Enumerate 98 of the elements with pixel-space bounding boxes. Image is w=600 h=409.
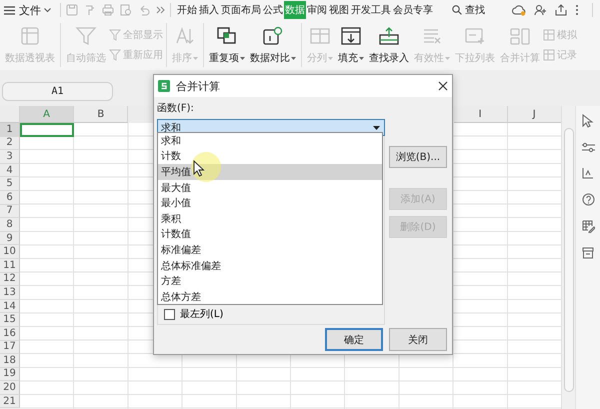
more-icon[interactable] [156, 6, 165, 14]
filter-icon [109, 29, 121, 41]
caret-icon [328, 56, 333, 60]
filter-icon [75, 26, 97, 46]
more-options-icon[interactable] [575, 4, 579, 16]
archive-icon[interactable] [582, 247, 594, 259]
duplicate-icon [216, 26, 238, 46]
menu-tab[interactable]: 开始 [176, 1, 198, 19]
table-icon [19, 26, 41, 46]
caret-icon [44, 8, 51, 12]
menu-tab[interactable]: 会员专享 [392, 1, 434, 19]
search-icon [452, 5, 462, 15]
list-option[interactable]: 乘积 [158, 210, 382, 227]
active-cell[interactable] [20, 123, 74, 137]
menu-tab[interactable]: 公式 [262, 1, 284, 19]
compare-icon [262, 26, 284, 46]
app-logo-icon [158, 80, 170, 92]
split-columns-icon [309, 26, 331, 46]
row-header[interactable]: 8 [0, 218, 20, 232]
row-header[interactable]: 1 [0, 123, 20, 137]
list-option[interactable]: 求和 [158, 133, 382, 149]
name-box[interactable]: A1 [2, 82, 113, 100]
dialog-button[interactable]: 浏览(B)... [389, 146, 447, 168]
table-icon [543, 29, 555, 41]
list-option[interactable]: 总体标准偏差 [158, 258, 382, 274]
menu-tab[interactable]: 审阅 [306, 1, 328, 19]
cursor-highlight-drawing [191, 152, 221, 182]
caret-icon [359, 56, 364, 60]
ribbon-button[interactable]: 填充 [336, 23, 366, 67]
help-icon[interactable] [582, 193, 595, 206]
menu-tab[interactable]: 页面布局 [220, 1, 262, 19]
pointer-icon[interactable] [582, 114, 594, 128]
ribbon-button[interactable]: 数据对比 [248, 23, 298, 67]
row-header[interactable]: 17 [0, 340, 20, 354]
list-option[interactable]: 标准偏差 [158, 242, 382, 258]
search-button[interactable]: 查找 [446, 2, 491, 18]
filter-icon [109, 49, 121, 61]
list-option[interactable]: 计数 [158, 148, 382, 164]
function-label: 函数(F): [157, 102, 195, 115]
dialog-button[interactable]: 关闭 [389, 328, 447, 351]
row-header[interactable]: 21 [0, 394, 20, 408]
row-header[interactable]: 4 [0, 164, 20, 178]
menu-tab[interactable]: 视图 [328, 1, 350, 19]
row-header[interactable]: 19 [0, 368, 20, 382]
row-header[interactable]: 11 [0, 258, 20, 273]
menu-icon[interactable] [4, 6, 15, 14]
add-user-icon[interactable] [534, 4, 547, 16]
sliders-icon[interactable] [582, 142, 595, 153]
dropdown-list-icon [464, 26, 486, 46]
row-header[interactable]: 3 [0, 150, 20, 164]
row-header[interactable]: 2 [0, 136, 20, 150]
share-icon[interactable] [555, 4, 567, 16]
row-header[interactable]: 10 [0, 245, 20, 259]
list-option[interactable]: 最大值 [158, 180, 382, 196]
row-header[interactable]: 6 [0, 190, 20, 205]
row-header[interactable]: 20 [0, 381, 20, 395]
caret-icon [291, 56, 296, 60]
column-header[interactable]: B [74, 106, 128, 123]
menu-tab[interactable]: 插入 [198, 1, 220, 19]
fill-down-icon [340, 26, 362, 46]
dropdown-arrow-icon [373, 126, 380, 130]
row-header[interactable]: 13 [0, 286, 20, 300]
row-header[interactable]: 9 [0, 232, 20, 246]
list-option[interactable]: 平均值 [158, 164, 382, 180]
dropdown-list[interactable]: 求和 计数 平均值 最大值 最小值 乘积 计数值 标准偏差 总体标准偏差 方差 总体方差 [157, 132, 383, 305]
list-option[interactable]: 计数值 [158, 226, 382, 242]
upload-table-icon [378, 26, 400, 46]
merge-calc-icon [509, 26, 531, 46]
row-header[interactable]: 14 [0, 300, 20, 314]
row-header[interactable]: 12 [0, 272, 20, 286]
column-header[interactable]: I [454, 106, 508, 123]
row-header[interactable]: 15 [0, 313, 20, 327]
sort-icon [174, 26, 196, 46]
caret-icon [445, 56, 450, 60]
list-option[interactable]: 总体方差 [158, 288, 382, 305]
table-edit-icon[interactable] [582, 220, 595, 233]
ribbon-button[interactable]: 查找录入 [367, 23, 411, 67]
dialog-button[interactable]: 确定 [325, 328, 383, 351]
row-header[interactable]: 5 [0, 177, 20, 191]
row-header[interactable]: 16 [0, 326, 20, 340]
caret-icon [193, 56, 198, 60]
format-icon[interactable] [582, 167, 594, 179]
list-option[interactable]: 最小值 [158, 195, 382, 211]
list-option[interactable]: 方差 [158, 273, 382, 289]
ribbon-button[interactable]: 重复项 [207, 23, 247, 67]
close-button[interactable] [438, 81, 448, 91]
close-icon [438, 81, 448, 91]
caret-icon [240, 56, 245, 60]
table-icon [543, 49, 555, 61]
row-header[interactable]: 7 [0, 204, 20, 218]
menu-tab[interactable]: 开发工具 [350, 1, 392, 19]
column-header[interactable]: J [508, 106, 562, 123]
checkbox[interactable]: 最左列(L) [164, 307, 224, 321]
dialog-title: 合并计算 [176, 78, 220, 94]
file-menu[interactable]: 文件 [15, 2, 55, 18]
row-header[interactable]: 18 [0, 354, 20, 368]
scrollbar-thumb[interactable] [564, 128, 574, 392]
cloud-icon[interactable] [512, 4, 526, 16]
